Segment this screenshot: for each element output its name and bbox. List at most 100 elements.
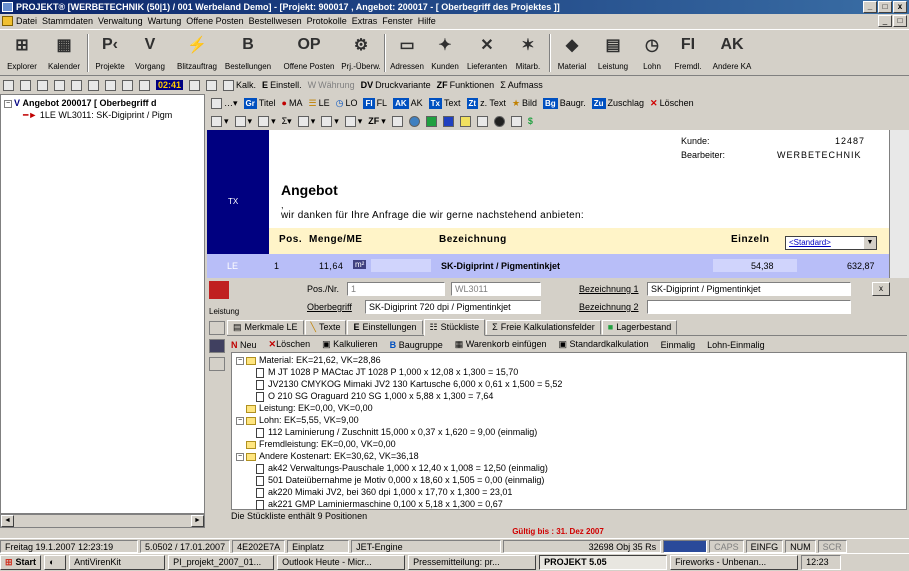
z-text-button[interactable]: Zt z. Text xyxy=(466,97,506,109)
maximize-button[interactable]: □ xyxy=(878,1,892,13)
scroll-left-icon[interactable]: ◄ xyxy=(1,515,14,527)
menu-extras[interactable]: Extras xyxy=(352,16,378,26)
menu-verwaltung[interactable]: Verwaltung xyxy=(98,16,143,26)
leistung-button[interactable]: ▤ Leistung xyxy=(594,32,632,71)
kalkulieren-button[interactable]: ▣ Kalkulieren xyxy=(322,339,378,350)
lo-button[interactable]: ◷ LO xyxy=(336,98,358,109)
x-tool-icon[interactable] xyxy=(442,115,454,127)
menu-datei[interactable]: Datei xyxy=(16,16,37,26)
einstell-button[interactable]: E Einstell. xyxy=(262,80,302,90)
color-icon[interactable]: ▾ xyxy=(297,115,315,127)
close-window-button[interactable]: x xyxy=(893,1,907,13)
andere-ka-button[interactable]: AK Andere KA xyxy=(708,32,756,71)
mdi-restore-button[interactable]: □ xyxy=(893,15,907,27)
einmalig-button[interactable]: Einmalig xyxy=(661,340,696,350)
bestellungen-button[interactable]: B Bestellungen xyxy=(222,32,274,71)
menu-offene-posten[interactable]: Offene Posten xyxy=(186,16,243,26)
nav-icon[interactable] xyxy=(20,79,31,91)
projekte-button[interactable]: P‹ Projekte xyxy=(90,32,130,71)
yellow-tool-icon[interactable] xyxy=(459,115,471,127)
blitzauftrag-button[interactable]: ⚡ Blitzauftrag xyxy=(174,32,220,71)
text-button[interactable]: Tx Text xyxy=(428,97,461,109)
zuschlag-button[interactable]: Zu Zuschlag xyxy=(591,97,644,109)
menu-stammdaten[interactable]: Stammdaten xyxy=(42,16,93,26)
projekt-uberwachung-button[interactable]: ⚙ Prj.-Überw. xyxy=(340,32,382,71)
adressen-button[interactable]: ▭ Adressen xyxy=(388,32,426,71)
tab-merkmale-le[interactable]: ▤ Merkmale LE xyxy=(227,319,304,335)
aufmass-button[interactable]: Σ Aufmass xyxy=(500,80,543,90)
taskbar-projekt[interactable]: PROJEKT 5.05 xyxy=(539,555,668,570)
tab-freie-kalkulationsfelder[interactable]: Σ Freie Kalkulationsfelder xyxy=(486,319,601,335)
position-row[interactable]: LE 1 11,64 m² SK-Digiprint / Pigmentinkj… xyxy=(207,254,889,278)
tree-hscrollbar[interactable]: ◄ ► xyxy=(0,514,205,528)
lieferanten-button[interactable]: ✕ Lieferanten xyxy=(464,32,510,71)
zf-icon[interactable]: ZF ▾ xyxy=(368,116,386,127)
grid-side-icon[interactable] xyxy=(209,357,225,371)
list-item[interactable]: ak42 Verwaltungs-Pauschale 1,000 x 12,40… xyxy=(256,463,548,474)
menu-hilfe[interactable]: Hilfe xyxy=(418,16,436,26)
taskbar-antivir[interactable]: AntiVirenKit xyxy=(69,555,166,570)
collapse-icon[interactable]: − xyxy=(236,452,244,461)
info-icon[interactable] xyxy=(493,115,505,127)
kalk-button[interactable]: Kalk. xyxy=(223,79,256,91)
list-item[interactable]: Leistung: EK=0,00, VK=0,00 xyxy=(246,403,373,414)
tab-stueckliste[interactable]: ☷ Stückliste xyxy=(423,318,486,336)
lohn-button[interactable]: ◷ Lohn xyxy=(634,32,670,71)
globe-icon[interactable] xyxy=(408,115,420,127)
list-item[interactable]: 501 Dateiübernahme je Motiv 0,000 x 18,6… xyxy=(256,475,544,486)
standard-select[interactable]: <Standard> ▼ xyxy=(785,236,877,250)
tab-einstellungen[interactable]: E Einstellungen xyxy=(347,319,423,335)
material-button[interactable]: ◆ Material xyxy=(552,32,592,71)
lohn-einmalig-button[interactable]: Lohn-Einmalig xyxy=(707,340,765,350)
bild-button[interactable]: ★ Bild xyxy=(512,98,537,109)
fl-button[interactable]: FI FL xyxy=(363,97,387,109)
collapse-icon[interactable]: − xyxy=(236,416,244,425)
table-icon[interactable] xyxy=(476,115,488,127)
neu-button[interactable]: N Neu xyxy=(231,340,257,350)
copy-icon[interactable] xyxy=(105,79,116,91)
document-vscrollbar[interactable] xyxy=(889,130,909,278)
mitarbeiter-button[interactable]: ✶ Mitarb. xyxy=(510,32,546,71)
loeschen-item-button[interactable]: ✕Löschen xyxy=(269,339,311,350)
wl-field[interactable]: WL3011 xyxy=(451,282,541,296)
offene-posten-button[interactable]: OP Offene Posten xyxy=(280,32,338,71)
tree-root-node[interactable]: − V Angebot 200017 [ Oberbegriff d xyxy=(4,98,157,108)
print-icon[interactable] xyxy=(54,79,65,91)
list-item[interactable]: ak220 Mimaki JV2, bei 360 dpi 1,000 x 17… xyxy=(256,487,512,498)
funktionen-button[interactable]: ZF Funktionen xyxy=(437,80,495,90)
scroll-right-icon[interactable]: ► xyxy=(191,515,204,527)
ak-button[interactable]: AK AK xyxy=(393,97,423,109)
mdi-minimize-button[interactable]: _ xyxy=(878,15,892,27)
list-item[interactable]: − Andere Kostenart: EK=30,62, VK=36,18 xyxy=(236,451,419,462)
start-button[interactable]: ⊞ Start xyxy=(0,555,42,570)
fremdleistung-button[interactable]: FI Fremdl. xyxy=(670,32,706,71)
list-item[interactable]: − Lohn: EK=5,55, VK=9,00 xyxy=(236,415,359,426)
titel-button[interactable]: Gr Titel xyxy=(243,97,276,109)
folder-icon[interactable] xyxy=(71,79,82,91)
panel-close-button[interactable]: x xyxy=(872,282,890,296)
list-item[interactable]: JV2130 CMYKOG Mimaki JV2 130 Kartusche 6… xyxy=(256,379,562,390)
taskbar-fireworks[interactable]: Fireworks - Unbenan... xyxy=(670,555,799,570)
kunden-button[interactable]: ✦ Kunden xyxy=(426,32,464,71)
page-icon[interactable]: ▾ xyxy=(234,115,252,127)
taskbar-pressemitteilung[interactable]: Pressemitteilung: pr... xyxy=(408,555,537,570)
list-item[interactable]: M JT 1028 P MACtac JT 1028 P 1,000 x 12,… xyxy=(256,367,518,378)
side-tool-icon[interactable] xyxy=(209,321,225,335)
warenkorb-button[interactable]: ▦ Warenkorb einfügen xyxy=(455,339,547,350)
menu-fenster[interactable]: Fenster xyxy=(382,16,413,26)
taskbar-pi-projekt[interactable]: PI_projekt_2007_01... xyxy=(168,555,275,570)
line-icon[interactable]: ▾ xyxy=(258,115,276,127)
kalender-button[interactable]: ▦ Kalender xyxy=(44,32,84,71)
vorgang-button[interactable]: V Vorgang xyxy=(130,32,170,71)
list-item[interactable]: ak221 GMP Laminiermaschine 0,100 x 5,18 … xyxy=(256,499,503,510)
grid-icon[interactable]: ▾ xyxy=(321,115,339,127)
tree-icon[interactable] xyxy=(3,79,14,91)
posnr-field[interactable]: 1 xyxy=(347,282,445,296)
pen-icon[interactable]: ▾ xyxy=(344,115,362,127)
tab-texte[interactable]: ╲ Texte xyxy=(304,319,347,335)
ma-button[interactable]: ● MA xyxy=(282,98,303,108)
list-item[interactable]: Fremdleistung: EK=0,00, VK=0,00 xyxy=(246,439,396,450)
collapse-icon[interactable]: − xyxy=(4,99,12,108)
pin-icon[interactable] xyxy=(189,79,201,91)
list-item[interactable]: 112 Laminierung / Zuschnitt 15,000 x 0,3… xyxy=(256,427,537,438)
